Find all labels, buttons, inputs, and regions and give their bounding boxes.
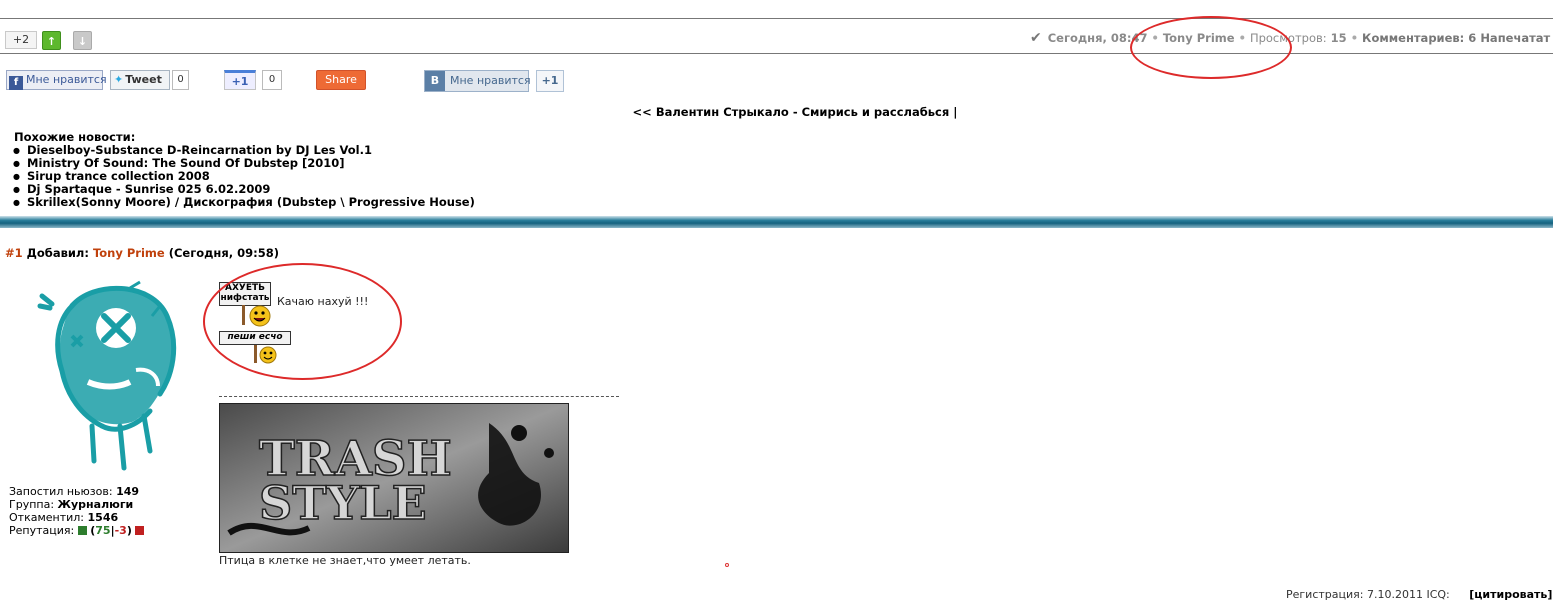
red-dot-marker (725, 563, 729, 567)
group-label: Группа: (9, 498, 55, 511)
signature-banner-image: TRASH STYLE (219, 403, 569, 553)
reputation-plus-icon[interactable] (77, 526, 87, 535)
added-label: Добавил: (26, 246, 89, 260)
related-item[interactable]: Skrillex(Sonny Moore) / Дискография (Dub… (13, 196, 475, 210)
signature-divider (219, 396, 619, 397)
reputation-label: Репутация: (9, 524, 75, 537)
vk-icon: В (425, 71, 445, 91)
registration-info: Регистрация: 7.10.2011 ICQ: [цитировать] (1286, 588, 1552, 601)
user-info: Запостил ньюзов: 149 Группа: Журналюги О… (9, 485, 145, 537)
reputation-plus: 75 (95, 524, 111, 537)
arrow-up-icon[interactable]: ↑ (42, 31, 61, 50)
facebook-icon: f (9, 76, 23, 90)
vk-like-label: Мне нравится (450, 74, 531, 87)
tweet-count: 0 (172, 70, 189, 90)
print-link[interactable]: Напечатат (1480, 31, 1550, 45)
tweet-label: Tweet (125, 73, 162, 86)
comments-label: Откаментил: (9, 511, 85, 524)
google-plus-button[interactable]: +1 (224, 70, 256, 90)
facebook-like-button[interactable]: f Мне нравится (6, 70, 107, 90)
facebook-like-label: Мне нравится (26, 73, 107, 86)
posts-label: Запостил ньюзов: (9, 485, 113, 498)
google-plus-count: 0 (262, 70, 282, 90)
rating-count: +2 (5, 31, 37, 49)
top-divider (0, 18, 1553, 19)
comments-total: 1546 (87, 511, 119, 524)
avatar (37, 280, 177, 471)
quote-link[interactable]: [цитировать] (1469, 588, 1552, 601)
signature-caption: Птица в клетке не знает,что умеет летать… (219, 554, 471, 567)
comment-author-link[interactable]: Tony Prime (93, 246, 165, 260)
annotation-ellipse (1130, 16, 1292, 79)
comments-count[interactable]: Комментариев: 6 (1362, 31, 1476, 45)
comment-time: (Сегодня, 09:58) (168, 246, 279, 260)
group-name: Журналюги (57, 498, 134, 511)
vk-like-count: +1 (536, 70, 564, 92)
twitter-bird-icon: ✦ (114, 73, 124, 86)
posts-count: 149 (116, 485, 140, 498)
banner-title-2: STYLE (259, 476, 427, 530)
section-divider-stripe (0, 216, 1553, 228)
annotation-ellipse (203, 263, 402, 380)
reputation-minus-icon[interactable] (135, 526, 145, 535)
reputation-minus: -3 (114, 524, 127, 537)
vk-like-button[interactable]: В Мне нравится (424, 70, 531, 92)
share-button[interactable]: Share (316, 70, 366, 90)
comment-number[interactable]: #1 (5, 246, 23, 260)
views-count: 15 (1330, 31, 1347, 45)
registration-label: Регистрация: 7.10.2011 ICQ: (1286, 588, 1450, 601)
meta-divider (0, 53, 1553, 54)
prev-news-link[interactable]: << Валентин Стрыкало - Смирись и расслаб… (0, 105, 1553, 119)
comment-header: #1 Добавил: Tony Prime (Сегодня, 09:58) (5, 246, 279, 260)
tweet-button[interactable]: ✦ Tweet (110, 70, 170, 90)
arrow-down-icon[interactable]: ↓ (73, 31, 92, 50)
related-news: Похожие новости: Dieselboy-Substance D-R… (13, 131, 475, 210)
checkmark-icon: ✔ (1030, 30, 1042, 46)
